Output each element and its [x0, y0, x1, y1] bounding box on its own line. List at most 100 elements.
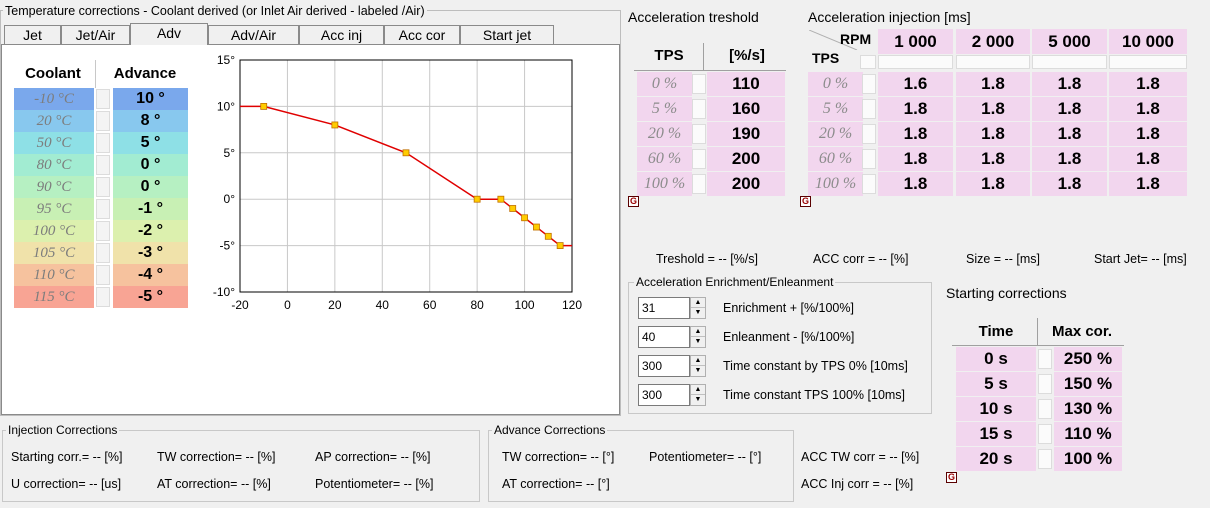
row-selector[interactable] [692, 174, 706, 194]
spin-up-icon[interactable]: ▲ [691, 298, 705, 308]
advance-value-cell[interactable]: -1 ° [113, 198, 188, 220]
spin-up-icon[interactable]: ▲ [691, 327, 705, 337]
start-max-cell[interactable]: 150 % [1054, 373, 1122, 395]
inj-value-cell[interactable]: 1.8 [1109, 98, 1187, 120]
row-selector[interactable] [96, 221, 110, 241]
advance-value-cell[interactable]: -5 ° [113, 286, 188, 308]
row-selector[interactable] [96, 243, 110, 263]
inj-value-cell[interactable]: 1.8 [956, 98, 1030, 120]
row-selector[interactable] [862, 74, 876, 94]
tab-start-jet[interactable]: Start jet [460, 25, 554, 44]
inj-value-cell[interactable]: 1.8 [1109, 173, 1187, 195]
rpm-header-cell[interactable]: 10 000 [1109, 31, 1187, 53]
rpm-header-cell[interactable]: 2 000 [956, 31, 1030, 53]
row-selector[interactable] [96, 111, 110, 131]
rpm-selector[interactable] [1032, 55, 1107, 69]
inj-value-cell[interactable]: 1.8 [1109, 123, 1187, 145]
row-selector[interactable] [862, 124, 876, 144]
threshold-value-cell[interactable]: 110 [707, 73, 785, 95]
inj-value-cell[interactable]: 1.8 [878, 173, 953, 195]
inj-value-cell[interactable]: 1.8 [878, 123, 953, 145]
row-selector[interactable] [96, 177, 110, 197]
inj-value-cell[interactable]: 1.8 [878, 98, 953, 120]
start-max-cell[interactable]: 130 % [1054, 398, 1122, 420]
rpm-header-cell[interactable]: 1 000 [878, 31, 953, 53]
tab-jet-air[interactable]: Jet/Air [61, 25, 130, 44]
row-selector[interactable] [96, 287, 110, 307]
rpm-selector[interactable] [1109, 55, 1187, 69]
spin-up-icon[interactable]: ▲ [691, 356, 705, 366]
inj-value-cell[interactable]: 1.8 [1032, 98, 1107, 120]
inj-value-cell[interactable]: 1.8 [1109, 148, 1187, 170]
row-selector[interactable] [692, 124, 706, 144]
inj-value-cell[interactable]: 1.8 [878, 148, 953, 170]
starting-graph-icon[interactable]: G [946, 472, 957, 483]
advance-value-cell[interactable]: 0 ° [113, 176, 188, 198]
tab-acc-inj[interactable]: Acc inj [299, 25, 384, 44]
row-selector[interactable] [692, 74, 706, 94]
start-max-cell[interactable]: 250 % [1054, 348, 1122, 370]
row-selector[interactable] [1038, 349, 1052, 369]
advance-value-cell[interactable]: -2 ° [113, 220, 188, 242]
inj-value-cell[interactable]: 1.8 [1032, 148, 1107, 170]
row-selector[interactable] [96, 133, 110, 153]
tps-row-label: 5 % [651, 100, 678, 117]
row-selector[interactable] [1038, 449, 1052, 469]
advance-value-cell[interactable]: 8 ° [113, 110, 188, 132]
row-selector[interactable] [96, 155, 110, 175]
threshold-value-cell[interactable]: 160 [707, 98, 785, 120]
row-selector[interactable] [1038, 424, 1052, 444]
corner-selector[interactable] [860, 55, 876, 69]
inj-value-cell[interactable]: 1.8 [956, 173, 1030, 195]
inj-value-cell[interactable]: 1.8 [1032, 73, 1107, 95]
row-selector[interactable] [692, 99, 706, 119]
row-selector[interactable] [1038, 399, 1052, 419]
acc-injection-graph-icon[interactable]: G [800, 196, 811, 207]
curve-point-marker [521, 214, 528, 222]
tab-adv-air[interactable]: Adv/Air [208, 25, 299, 44]
spinbox-value[interactable]: 300 [638, 355, 690, 377]
spinbox-value[interactable]: 300 [638, 384, 690, 406]
tab-adv[interactable]: Adv [130, 23, 208, 45]
inj-value-cell[interactable]: 1.8 [956, 123, 1030, 145]
row-selector[interactable] [862, 174, 876, 194]
spinbox-value[interactable]: 31 [638, 297, 690, 319]
spin-down-icon[interactable]: ▼ [691, 308, 705, 318]
spin-up-icon[interactable]: ▲ [691, 385, 705, 395]
row-selector[interactable] [862, 99, 876, 119]
row-selector[interactable] [862, 149, 876, 169]
rpm-header-cell[interactable]: 5 000 [1032, 31, 1107, 53]
acc-threshold-graph-icon[interactable]: G [628, 196, 639, 207]
inj-value-cell[interactable]: 1.8 [1032, 173, 1107, 195]
inj-value-cell[interactable]: 1.8 [1109, 73, 1187, 95]
inj-value-cell[interactable]: 1.6 [878, 73, 953, 95]
row-selector[interactable] [1038, 374, 1052, 394]
spin-down-icon[interactable]: ▼ [691, 366, 705, 376]
row-selector[interactable] [96, 199, 110, 219]
spin-down-icon[interactable]: ▼ [691, 337, 705, 347]
start-max-cell[interactable]: 100 % [1054, 448, 1122, 470]
spinbox-value[interactable]: 40 [638, 326, 690, 348]
start-max-cell[interactable]: 110 % [1054, 423, 1122, 445]
ap-corr-readout: AP correction= -- [%] [315, 450, 431, 464]
threshold-value-cell[interactable]: 200 [707, 173, 785, 195]
advance-value-cell[interactable]: -3 ° [113, 242, 188, 264]
threshold-value-cell[interactable]: 200 [707, 148, 785, 170]
inj-value-cell[interactable]: 1.8 [956, 148, 1030, 170]
tab-acc-cor[interactable]: Acc cor [384, 25, 460, 44]
rpm-selector[interactable] [878, 55, 953, 69]
advance-value-cell[interactable]: 10 ° [113, 88, 188, 110]
tab-jet[interactable]: Jet [4, 25, 61, 44]
inj-value-cell[interactable]: 1.8 [1032, 123, 1107, 145]
rpm-selector[interactable] [956, 55, 1030, 69]
advance-value-cell[interactable]: -4 ° [113, 264, 188, 286]
advance-value-cell[interactable]: 5 ° [113, 132, 188, 154]
inj-value-cell[interactable]: 1.8 [956, 73, 1030, 95]
injection-corrections-group [2, 430, 480, 502]
spin-down-icon[interactable]: ▼ [691, 395, 705, 405]
row-selector[interactable] [692, 149, 706, 169]
threshold-value-cell[interactable]: 190 [707, 123, 785, 145]
row-selector[interactable] [96, 89, 110, 109]
advance-value-cell[interactable]: 0 ° [113, 154, 188, 176]
row-selector[interactable] [96, 265, 110, 285]
